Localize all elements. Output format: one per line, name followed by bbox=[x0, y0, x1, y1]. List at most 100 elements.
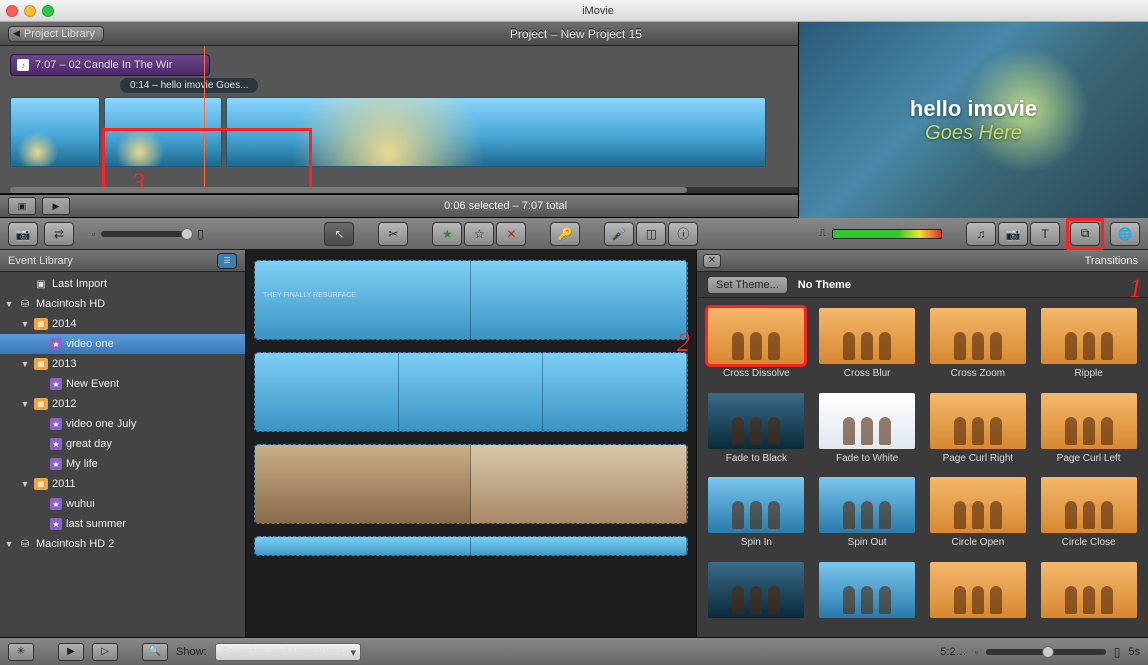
favorite-button[interactable]: ★ bbox=[432, 222, 462, 246]
transitions-browser-button[interactable]: ⧉ bbox=[1070, 222, 1100, 246]
set-theme-button[interactable]: Set Theme... bbox=[707, 276, 788, 294]
transition-item-14[interactable] bbox=[929, 562, 1028, 628]
tree-item-last-summer[interactable]: ★last summer bbox=[0, 514, 245, 534]
tree-item-great-day[interactable]: ★great day bbox=[0, 434, 245, 454]
reject-button[interactable]: ✕ bbox=[496, 222, 526, 246]
edit-tool-button[interactable]: ✂ bbox=[378, 222, 408, 246]
import-camera-button[interactable]: 📷 bbox=[8, 222, 38, 246]
event-clip-strip[interactable] bbox=[254, 536, 688, 556]
disclosure-triangle-icon[interactable]: ▼ bbox=[20, 399, 30, 409]
project-library-back-button[interactable]: Project Library bbox=[8, 26, 104, 42]
search-button[interactable]: 🔍 bbox=[142, 643, 168, 661]
window-titlebar: iMovie bbox=[0, 0, 1148, 22]
show-filter-select[interactable]: Favorites and Unmarked bbox=[215, 643, 361, 661]
play-fullscreen-button[interactable]: ▷ bbox=[92, 643, 118, 661]
transition-item-15[interactable] bbox=[1039, 562, 1138, 628]
photo-browser-button[interactable]: 📷 bbox=[998, 222, 1028, 246]
transition-thumbnail bbox=[708, 308, 804, 364]
transition-spin-in[interactable]: Spin In bbox=[707, 477, 806, 554]
event-clip-strip[interactable] bbox=[254, 352, 688, 432]
tree-item-2014[interactable]: ▼▦2014 bbox=[0, 314, 245, 334]
tree-item-macintosh-hd-2[interactable]: ▼ ⛁ Macintosh HD 2 bbox=[0, 534, 245, 554]
project-library-label: Project Library bbox=[24, 28, 95, 40]
titles-browser-button[interactable]: T bbox=[1030, 222, 1060, 246]
minimize-window-button[interactable] bbox=[24, 5, 36, 17]
disclosure-triangle-icon[interactable]: ▼ bbox=[20, 479, 30, 489]
swap-events-projects-button[interactable]: ⇄ bbox=[44, 222, 74, 246]
event-view-toggle[interactable]: ☰ bbox=[217, 253, 237, 269]
event-thumbnail-slider[interactable] bbox=[986, 649, 1106, 655]
inspector-button[interactable]: ⓘ bbox=[668, 222, 698, 246]
close-window-button[interactable] bbox=[6, 5, 18, 17]
transition-page-curl-right[interactable]: Page Curl Right bbox=[929, 393, 1028, 470]
maps-browser-button[interactable]: 🌐 bbox=[1110, 222, 1140, 246]
event-clip-browser[interactable]: THEY FINALLY RESURFACE bbox=[246, 250, 696, 637]
tree-item-label: Macintosh HD 2 bbox=[36, 538, 114, 550]
video-clip[interactable] bbox=[10, 97, 100, 167]
event-clip-strip[interactable]: THEY FINALLY RESURFACE bbox=[254, 260, 688, 340]
disclosure-triangle-icon[interactable]: ▼ bbox=[4, 299, 14, 309]
tree-item-video-one[interactable]: ★video one bbox=[0, 334, 245, 354]
tree-item-last-import[interactable]: ▣Last Import bbox=[0, 274, 245, 294]
disclosure-triangle-icon[interactable]: ▼ bbox=[20, 359, 30, 369]
music-browser-button[interactable]: ♫ bbox=[966, 222, 996, 246]
annotation-number-2: 2 bbox=[677, 328, 690, 358]
keyword-filter-button[interactable]: ✳ bbox=[8, 643, 34, 661]
transition-cross-zoom[interactable]: Cross Zoom bbox=[929, 308, 1028, 385]
frame-size-slider[interactable] bbox=[101, 231, 191, 237]
preview-viewer[interactable]: hello imovie Goes Here bbox=[798, 22, 1148, 218]
unmark-button[interactable]: ☆ bbox=[464, 222, 494, 246]
transition-label: Circle Open bbox=[951, 537, 1004, 548]
playhead[interactable] bbox=[204, 46, 205, 193]
crop-button[interactable]: ◫ bbox=[636, 222, 666, 246]
transition-cross-dissolve[interactable]: Cross Dissolve bbox=[707, 308, 806, 385]
transition-ripple[interactable]: Ripple bbox=[1039, 308, 1138, 385]
event-clip-strip[interactable] bbox=[254, 444, 688, 524]
event-library-title: Event Library bbox=[8, 255, 217, 267]
play-button[interactable]: ▶ bbox=[42, 197, 70, 215]
arrow-tool-button[interactable]: ↖ bbox=[324, 222, 354, 246]
transition-item-12[interactable] bbox=[707, 562, 806, 628]
transition-thumbnail bbox=[819, 393, 915, 449]
tree-item-2012[interactable]: ▼▦2012 bbox=[0, 394, 245, 414]
tree-item-label: 2011 bbox=[52, 478, 76, 490]
video-clip[interactable] bbox=[226, 97, 766, 167]
transition-fade-to-white[interactable]: Fade to White bbox=[818, 393, 917, 470]
transition-fade-to-black[interactable]: Fade to Black bbox=[707, 393, 806, 470]
tree-item-video-one-july[interactable]: ★video one July bbox=[0, 414, 245, 434]
transition-spin-out[interactable]: Spin Out bbox=[818, 477, 917, 554]
event-tree[interactable]: ▣Last Import▼⛁Macintosh HD▼▦2014★video o… bbox=[0, 272, 245, 637]
transition-page-curl-left[interactable]: Page Curl Left bbox=[1039, 393, 1138, 470]
tree-item-2013[interactable]: ▼▦2013 bbox=[0, 354, 245, 374]
keyword-button[interactable]: 🔑 bbox=[550, 222, 580, 246]
event-icon: ★ bbox=[50, 518, 62, 530]
tree-item-label: video one July bbox=[66, 418, 136, 430]
play-event-button[interactable]: ▶ bbox=[58, 643, 84, 661]
transition-thumbnail bbox=[930, 477, 1026, 533]
zoom-window-button[interactable] bbox=[42, 5, 54, 17]
transitions-theme-bar: Set Theme... No Theme bbox=[697, 272, 1148, 298]
transition-thumbnail bbox=[708, 477, 804, 533]
current-theme-label: No Theme bbox=[798, 279, 851, 291]
disclosure-triangle-icon[interactable]: ▼ bbox=[20, 319, 30, 329]
tree-item-macintosh-hd[interactable]: ▼⛁Macintosh HD bbox=[0, 294, 245, 314]
disclosure-triangle-icon[interactable]: ▼ bbox=[4, 539, 14, 549]
tree-item-label: wuhui bbox=[66, 498, 95, 510]
close-panel-button[interactable]: ✕ bbox=[703, 254, 721, 268]
tree-item-2011[interactable]: ▼▦2011 bbox=[0, 474, 245, 494]
transition-cross-blur[interactable]: Cross Blur bbox=[818, 308, 917, 385]
drive-icon: ⛁ bbox=[18, 538, 32, 550]
transition-item-13[interactable] bbox=[818, 562, 917, 628]
transition-circle-close[interactable]: Circle Close bbox=[1039, 477, 1138, 554]
voiceover-button[interactable]: 🎤 bbox=[604, 222, 634, 246]
calendar-icon: ▦ bbox=[34, 358, 48, 370]
audio-clip[interactable]: ♪ 7:07 – 02 Candle In The Wir bbox=[10, 54, 210, 76]
transition-circle-open[interactable]: Circle Open bbox=[929, 477, 1028, 554]
tree-item-wuhui[interactable]: ★wuhui bbox=[0, 494, 245, 514]
tree-item-my-life[interactable]: ★My life bbox=[0, 454, 245, 474]
transition-label: Fade to Black bbox=[726, 453, 787, 464]
transitions-tab-label[interactable]: Transitions bbox=[721, 255, 1138, 267]
play-from-start-button[interactable]: ▣ bbox=[8, 197, 36, 215]
title-overlay-pill[interactable]: 0:14 – hello imovie Goes... bbox=[120, 78, 258, 93]
tree-item-new-event[interactable]: ★New Event bbox=[0, 374, 245, 394]
